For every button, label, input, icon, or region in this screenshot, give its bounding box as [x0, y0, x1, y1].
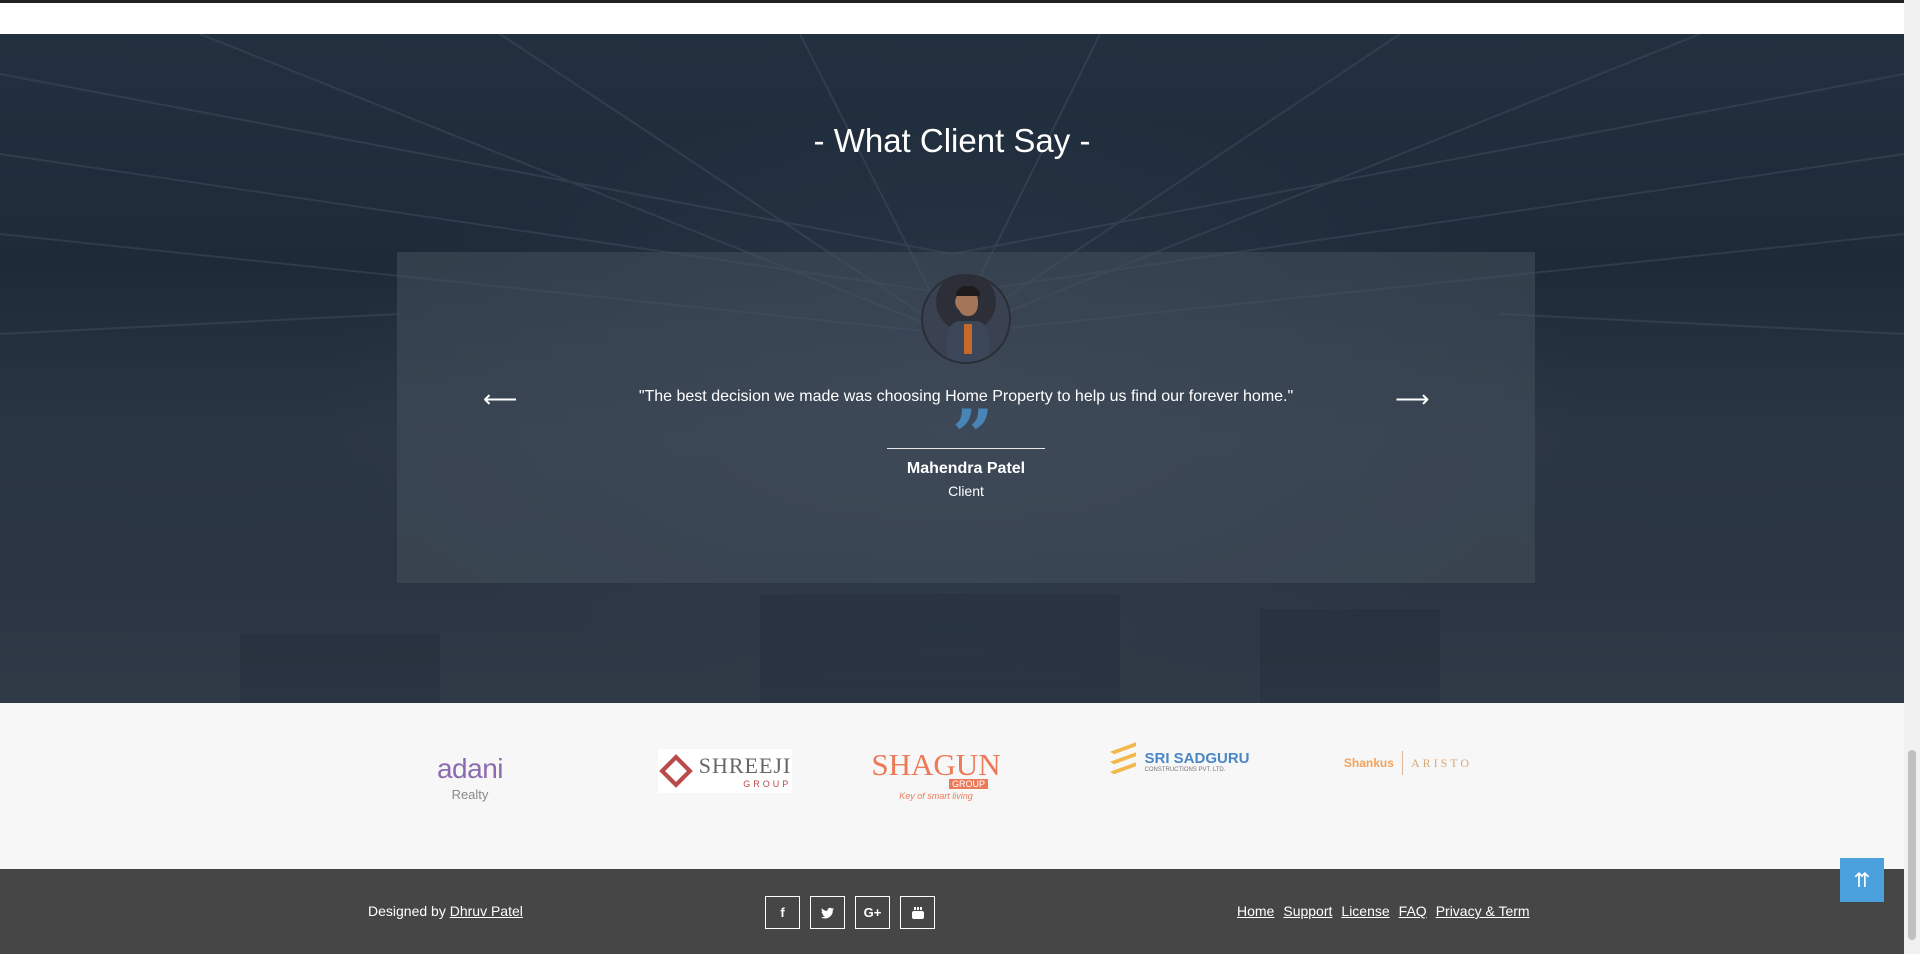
footer: Designed by Dhruv Patel f G+ Home Suppor… [0, 869, 1904, 954]
arrow-right-icon[interactable]: ⟶ [1395, 385, 1429, 414]
section-title: - What Client Say - [813, 122, 1091, 159]
social-links: f G+ [765, 896, 935, 929]
designer-link[interactable]: Dhruv Patel [450, 903, 523, 919]
client-role: Client [948, 483, 984, 499]
shankus-aristo-logo: Shankus ARISTO [1340, 751, 1476, 775]
twitter-icon[interactable] [810, 896, 845, 929]
sri-sadguru-logo: SRI SADGURU CONSTRUCTIONS PVT. LTD. [1110, 742, 1250, 782]
divider [887, 448, 1045, 449]
testimonial-card: "The best decision we made was choosing … [397, 252, 1535, 583]
scrollbar-thumb[interactable] [1908, 750, 1916, 940]
footer-link-faq[interactable]: FAQ [1399, 903, 1427, 919]
client-avatar [921, 274, 1011, 364]
arrow-left-icon[interactable]: ⟵ [483, 385, 517, 414]
double-chevron-up-icon: ⇈ [1853, 869, 1871, 892]
footer-link-support[interactable]: Support [1283, 903, 1332, 919]
shreeji-group-logo: SHREEJI GROUP [658, 749, 792, 793]
shagun-group-logo: SHAGUN GROUP Key of smart living [871, 747, 1001, 801]
designer-credit: Designed by Dhruv Patel [368, 903, 523, 919]
scroll-to-top-button[interactable]: ⇈ [1840, 858, 1884, 902]
facebook-icon[interactable]: f [765, 896, 800, 929]
footer-link-home[interactable]: Home [1237, 903, 1274, 919]
client-name: Mahendra Patel [906, 460, 1026, 477]
footer-link-license[interactable]: License [1341, 903, 1389, 919]
page-scrollbar[interactable] [1904, 0, 1920, 954]
footer-links: Home Support License FAQ Privacy & Term [1237, 903, 1530, 919]
footer-link-privacy[interactable]: Privacy & Term [1436, 903, 1530, 919]
youtube-icon[interactable] [900, 896, 935, 929]
top-bar [0, 0, 1904, 34]
google-plus-icon[interactable]: G+ [855, 896, 890, 929]
partner-logos: adani Realty SHREEJI GROUP SHAGUN GROUP … [0, 703, 1904, 869]
testimonial-section: - What Client Say - "The best decision w… [0, 34, 1904, 703]
adani-realty-logo: adani Realty [436, 753, 504, 802]
